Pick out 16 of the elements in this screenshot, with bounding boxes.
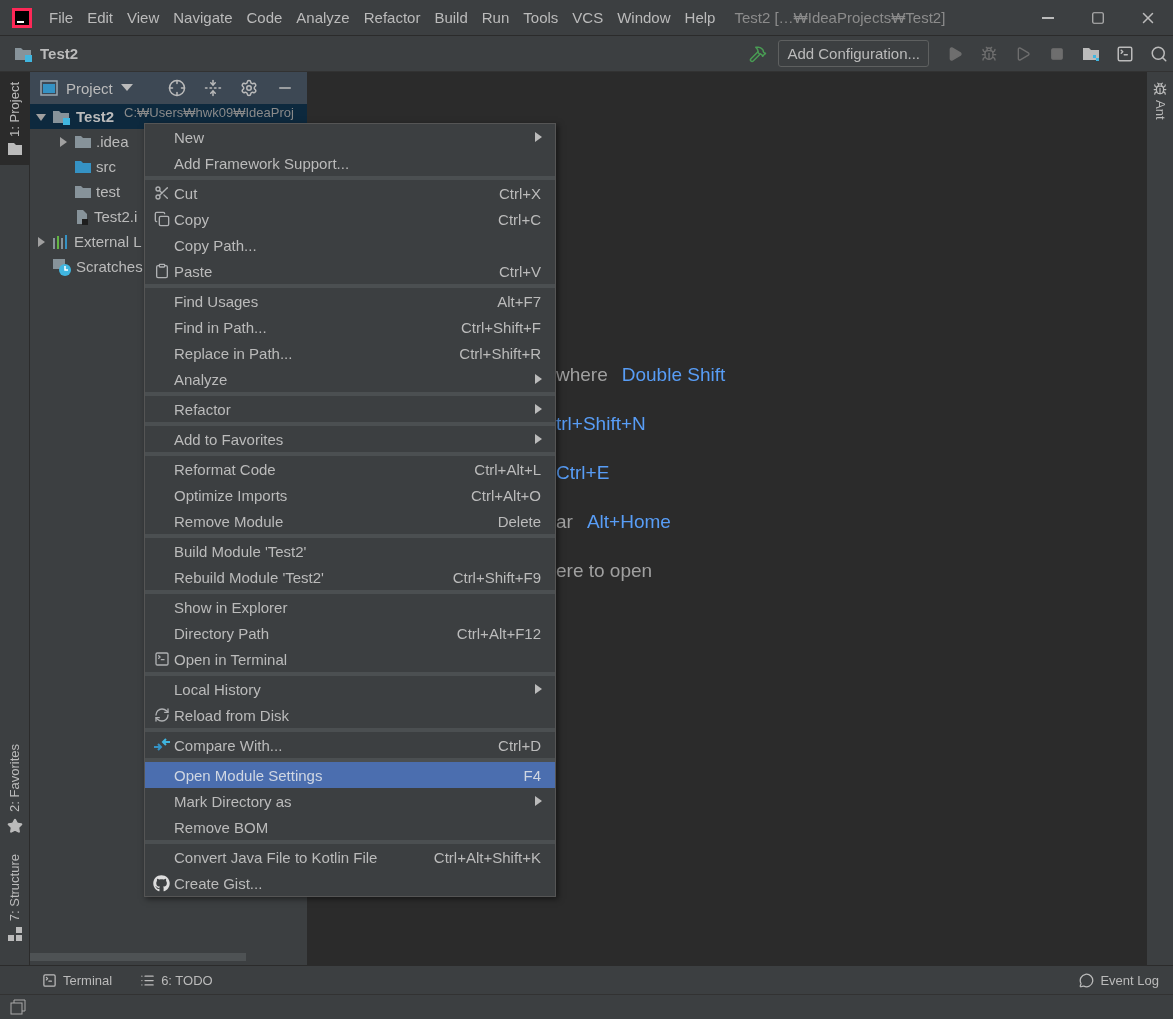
- hint-text: where: [556, 364, 608, 386]
- tree-item-label: src: [96, 158, 116, 175]
- window-title: Test2 […₩IdeaProjects₩Test2]: [734, 9, 947, 26]
- tree-item-label: test: [96, 183, 121, 200]
- shortcut-text: Double Shift: [621, 364, 726, 386]
- shortcut-text: Alt+Home: [586, 511, 671, 533]
- tree-item-label: Test2.i: [94, 208, 138, 225]
- path-text: C:₩Users₩hwk09₩IdeaProj: [124, 106, 294, 120]
- hint-text: ar: [556, 511, 573, 533]
- tree-item-label: Test2: [76, 108, 115, 125]
- tree-item-label: Scratches: [76, 258, 143, 275]
- hint-text: ere to open: [556, 560, 653, 582]
- shortcut-text: trl+Shift+N: [556, 413, 646, 435]
- shortcut-text: Ctrl+E: [556, 462, 610, 484]
- tree-item-label: .idea: [96, 133, 129, 150]
- tree-item-label: External L: [74, 233, 142, 250]
